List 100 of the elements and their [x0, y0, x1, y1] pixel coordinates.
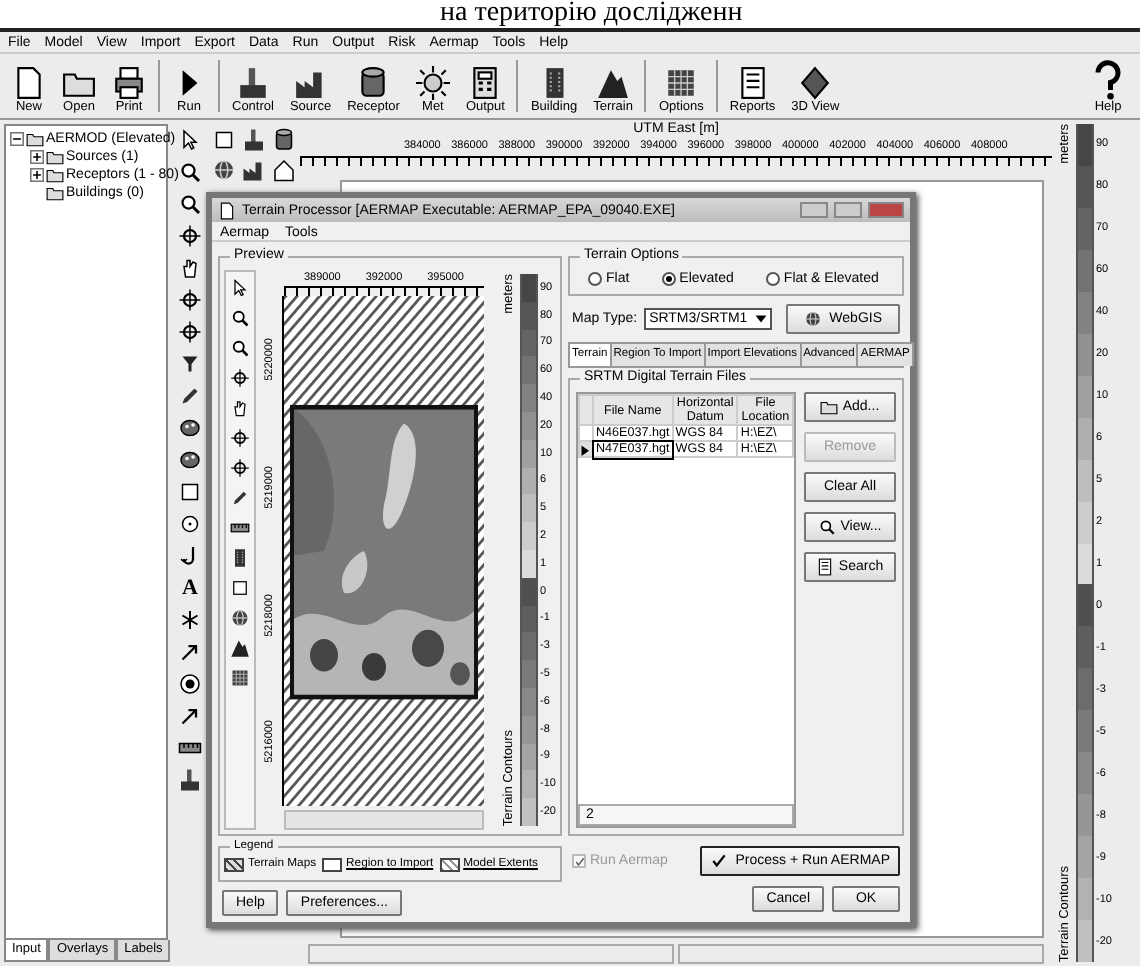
palette-icon[interactable] — [178, 416, 202, 440]
color-swatch — [520, 660, 538, 688]
color-swatch — [520, 522, 538, 550]
square-icon[interactable] — [178, 480, 202, 504]
pencil-icon[interactable] — [230, 488, 250, 508]
color-swatch — [520, 494, 538, 523]
square-icon[interactable] — [230, 578, 250, 598]
color-swatch — [520, 632, 538, 661]
color-swatch — [520, 770, 538, 799]
radio-button[interactable] — [765, 272, 780, 286]
report-icon — [816, 558, 835, 576]
row-pointer-icon — [580, 443, 592, 455]
cylinder-icon[interactable] — [272, 128, 296, 152]
circle-icon[interactable] — [178, 512, 202, 536]
ruler-icon[interactable] — [230, 518, 250, 538]
color-swatch — [1076, 836, 1094, 879]
color-swatch — [1076, 752, 1094, 795]
color-swatch — [1076, 459, 1094, 502]
color-swatch — [1076, 249, 1094, 292]
zoom-icon — [818, 518, 837, 536]
color-swatch — [1076, 501, 1094, 544]
color-swatch — [1076, 165, 1094, 208]
hand-icon[interactable] — [178, 256, 202, 280]
chimney-icon[interactable] — [242, 128, 266, 152]
arrow-icon[interactable] — [178, 640, 202, 664]
color-swatch — [1076, 207, 1094, 250]
report-icon — [735, 66, 770, 100]
color-swatch — [520, 439, 538, 468]
building-icon[interactable] — [230, 548, 250, 568]
color-swatch — [520, 384, 538, 412]
globe-icon[interactable] — [212, 158, 236, 182]
pointer-icon[interactable] — [230, 278, 250, 298]
folder-icon — [820, 398, 839, 416]
color-swatch — [1076, 291, 1094, 334]
caption-text: на територію дослідженн — [438, 0, 745, 28]
grid-icon — [664, 66, 699, 100]
mountain-icon[interactable] — [230, 638, 250, 658]
hand-icon[interactable] — [230, 398, 250, 418]
color-swatch — [1076, 417, 1094, 460]
house-icon[interactable] — [272, 158, 296, 182]
crosshair-icon[interactable] — [230, 428, 250, 448]
radio-button[interactable] — [588, 272, 602, 286]
arrow-icon[interactable] — [178, 704, 202, 728]
color-swatch — [1076, 584, 1094, 627]
chimney-icon — [235, 66, 270, 100]
square-icon[interactable] — [212, 128, 236, 152]
sun-icon — [415, 66, 450, 100]
factory-icon[interactable] — [242, 158, 266, 182]
diamond-icon — [798, 66, 833, 100]
color-swatch — [520, 274, 538, 302]
crosshair-icon[interactable] — [178, 320, 202, 344]
grid-icon[interactable] — [230, 668, 250, 688]
crosshair-icon[interactable] — [178, 288, 202, 312]
cylinder-icon — [356, 66, 391, 100]
document-icon — [218, 201, 236, 219]
text-tool[interactable]: A — [182, 576, 198, 600]
globe-icon — [803, 310, 822, 328]
color-swatch — [1076, 375, 1094, 418]
funnel-icon[interactable] — [178, 352, 202, 376]
printer-icon — [112, 66, 146, 100]
globe-icon[interactable] — [230, 608, 250, 628]
factory-icon — [293, 66, 328, 100]
collapse-icon[interactable] — [10, 132, 24, 146]
color-swatch — [1076, 626, 1094, 669]
asterisk-icon[interactable] — [178, 608, 202, 632]
color-swatch — [520, 411, 538, 440]
check-icon — [573, 855, 585, 867]
color-swatch — [520, 577, 538, 606]
pencil-icon[interactable] — [178, 384, 202, 408]
zoom-icon[interactable] — [230, 308, 250, 328]
check-icon — [709, 852, 728, 870]
color-swatch — [520, 605, 538, 633]
document-icon — [12, 66, 46, 100]
color-swatch — [520, 743, 538, 771]
pointer-icon[interactable] — [178, 128, 202, 152]
color-swatch — [520, 798, 538, 826]
color-swatch — [1076, 543, 1094, 585]
color-swatch — [520, 467, 538, 495]
chimney-icon[interactable] — [178, 768, 202, 792]
color-swatch — [520, 715, 538, 744]
color-swatch — [520, 329, 538, 357]
zoom-icon[interactable] — [230, 338, 250, 358]
zoom-icon[interactable] — [178, 160, 202, 184]
terrain-swatch — [224, 858, 244, 872]
color-swatch — [1076, 124, 1094, 166]
color-swatch — [520, 356, 538, 385]
crosshair-icon[interactable] — [230, 368, 250, 388]
scroll-bar[interactable] — [284, 810, 484, 830]
palette-icon[interactable] — [178, 448, 202, 472]
color-swatch — [520, 301, 538, 330]
radio-button[interactable] — [661, 272, 676, 286]
target-icon[interactable] — [178, 672, 202, 696]
expand-icon[interactable] — [30, 150, 44, 164]
zoom-icon[interactable] — [178, 192, 202, 216]
expand-icon[interactable] — [30, 168, 44, 182]
crosshair-icon[interactable] — [178, 224, 202, 248]
crosshair-icon[interactable] — [230, 458, 250, 478]
extents-swatch — [439, 858, 460, 872]
color-swatch — [1076, 333, 1094, 376]
mountain-icon — [596, 66, 631, 100]
